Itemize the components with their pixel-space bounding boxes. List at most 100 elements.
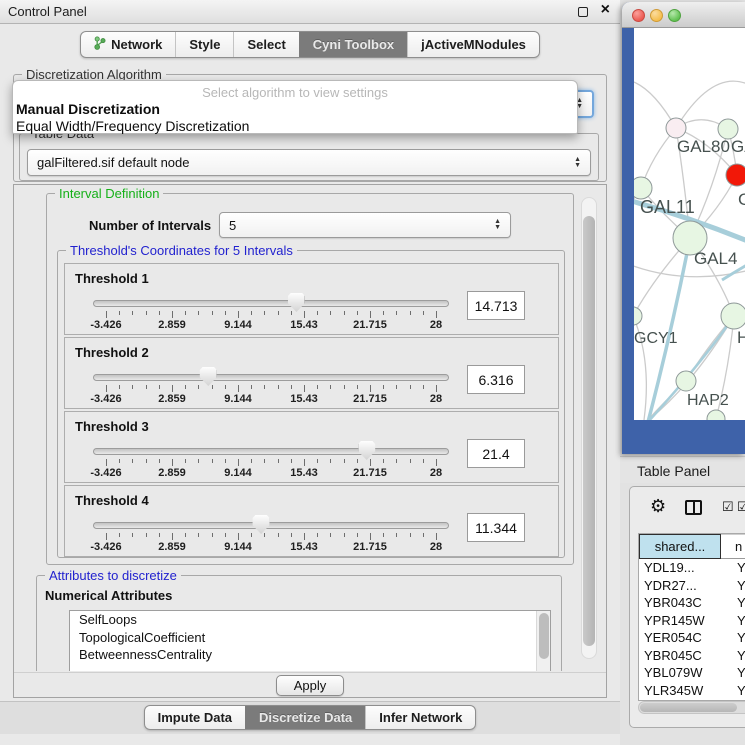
tick-mark <box>357 533 358 537</box>
tick-mark <box>251 311 252 315</box>
tick-mark <box>304 311 305 318</box>
tab-discretize-data[interactable]: Discretize Data <box>245 706 365 729</box>
table-row[interactable]: YDL19...YDL1 <box>639 559 745 577</box>
table-row[interactable]: YBL079WYBL0 <box>639 664 745 682</box>
tick-mark <box>278 533 279 537</box>
tick-mark <box>410 385 411 389</box>
checkbox-icon[interactable]: ☑ <box>722 499 734 515</box>
table-header-row: shared... n <box>639 534 745 559</box>
vertical-scrollbar[interactable] <box>581 197 597 659</box>
float-window-icon[interactable] <box>578 7 588 17</box>
tab-cyni-toolbox[interactable]: Cyni Toolbox <box>299 32 407 57</box>
tick-mark <box>119 459 120 463</box>
network-node[interactable] <box>721 303 745 329</box>
column-header-shared-name[interactable]: shared... <box>639 534 721 559</box>
table-row[interactable]: YBR045CYBR0 <box>639 647 745 665</box>
tab-jactivemnodules[interactable]: jActiveMNodules <box>407 32 539 57</box>
tab-select[interactable]: Select <box>233 32 298 57</box>
threshold-slider-track[interactable] <box>93 300 449 307</box>
tick-mark <box>383 459 384 463</box>
number-of-intervals-label: Number of Intervals <box>89 218 211 233</box>
tab-label: Style <box>189 37 220 52</box>
tab-network[interactable]: Network <box>81 32 175 57</box>
horizontal-scrollbar[interactable] <box>638 701 745 714</box>
network-node[interactable] <box>707 410 725 420</box>
attributes-scrollbar[interactable] <box>536 611 550 671</box>
table-row[interactable]: YBR043CYBR0 <box>639 594 745 612</box>
tick-mark <box>106 533 107 540</box>
threshold-slider-track[interactable] <box>93 522 449 529</box>
attributes-list[interactable]: SelfLoopsTopologicalCoefficientBetweenne… <box>69 610 551 671</box>
cell-shared-name: YBL079W <box>639 664 721 682</box>
scrollbar-thumb[interactable] <box>640 703 737 712</box>
threshold-value-field[interactable] <box>467 439 525 468</box>
column-header-name[interactable]: n <box>721 534 745 559</box>
tab-style[interactable]: Style <box>175 32 233 57</box>
numerical-attributes-label: Numerical Attributes <box>45 588 172 603</box>
combo-arrows-icon: ▲▼ <box>494 219 501 231</box>
tab-infer-network[interactable]: Infer Network <box>365 706 475 729</box>
table-data-combobox[interactable]: galFiltered.sif default node ▲▼ <box>27 149 591 176</box>
slider-thumb-icon[interactable] <box>200 367 217 386</box>
network-node[interactable] <box>634 177 652 199</box>
network-canvas[interactable]: GAL80GACGAL11GAL4GCY1HHAP2 <box>634 28 745 420</box>
attributes-group: Attributes to discretize Numerical Attri… <box>36 575 562 671</box>
network-node[interactable] <box>676 371 696 391</box>
list-item[interactable]: TopologicalCoefficient <box>70 629 550 647</box>
table-data-selected: galFiltered.sif default node <box>37 155 189 170</box>
tick-mark <box>278 385 279 389</box>
tick-mark <box>370 385 371 392</box>
tick-label: 9.144 <box>224 319 252 331</box>
tick-mark <box>238 459 239 466</box>
tick-mark <box>357 311 358 315</box>
node-label: GAL80 <box>677 137 730 156</box>
scrollbar-thumb[interactable] <box>583 216 595 646</box>
tick-label: -3.426 <box>90 467 121 479</box>
slider-thumb-icon[interactable] <box>253 515 270 534</box>
network-node[interactable] <box>726 164 745 186</box>
tick-label: 28 <box>430 319 442 331</box>
table-row[interactable]: YER054CYER0 <box>639 629 745 647</box>
tick-mark <box>198 459 199 463</box>
panel-title: Control Panel <box>8 4 87 19</box>
list-item[interactable]: BetweennessCentrality <box>70 646 550 664</box>
tick-label: 21.715 <box>353 467 387 479</box>
dropdown-option[interactable]: Manual Discretization <box>16 101 574 118</box>
table-row[interactable]: YDR27...YDR2 <box>639 577 745 595</box>
table-row[interactable]: YPR145WYPR1 <box>639 612 745 630</box>
dropdown-option[interactable]: Equal Width/Frequency Discretization <box>16 118 574 135</box>
threshold-value-field[interactable] <box>467 291 525 320</box>
cell-name: YBL0 <box>721 664 745 682</box>
gear-icon[interactable]: ⚙ <box>650 496 666 517</box>
apply-button[interactable]: Apply <box>276 675 345 696</box>
number-of-intervals-combobox[interactable]: 5 ▲▼ <box>219 212 511 238</box>
network-node[interactable] <box>718 119 738 139</box>
close-traffic-light-icon[interactable] <box>632 9 645 22</box>
network-node[interactable] <box>634 307 642 325</box>
threshold-value-field[interactable] <box>467 365 525 394</box>
tick-mark <box>172 533 173 540</box>
network-edge[interactable] <box>648 238 690 420</box>
settings-panel: Interval Definition Number of Intervals … <box>13 184 607 698</box>
network-node[interactable] <box>666 118 686 138</box>
checkbox-icon[interactable]: ☑ <box>737 499 745 515</box>
slider-thumb-icon[interactable] <box>358 441 375 460</box>
tick-mark <box>396 311 397 315</box>
threshold-value-field[interactable] <box>467 513 525 542</box>
scrollbar-thumb[interactable] <box>539 613 549 659</box>
close-icon[interactable]: × <box>601 1 610 19</box>
tick-label: 2.859 <box>158 467 186 479</box>
threshold-slider-track[interactable] <box>93 374 449 381</box>
threshold-slider-track[interactable] <box>93 448 449 455</box>
minimize-traffic-light-icon[interactable] <box>650 9 663 22</box>
tab-impute-data[interactable]: Impute Data <box>145 706 245 729</box>
node-table[interactable]: shared... n YDL19...YDL1YDR27...YDR2YBR0… <box>638 533 745 701</box>
list-item[interactable]: SelfLoops <box>70 611 550 629</box>
tick-label: 28 <box>430 467 442 479</box>
cell-name: YDL1 <box>721 559 745 577</box>
zoom-traffic-light-icon[interactable] <box>668 9 681 22</box>
split-columns-icon[interactable] <box>685 500 702 515</box>
tick-mark <box>304 459 305 466</box>
slider-thumb-icon[interactable] <box>288 293 305 312</box>
table-row[interactable]: YLR345WYLR3 <box>639 682 745 700</box>
